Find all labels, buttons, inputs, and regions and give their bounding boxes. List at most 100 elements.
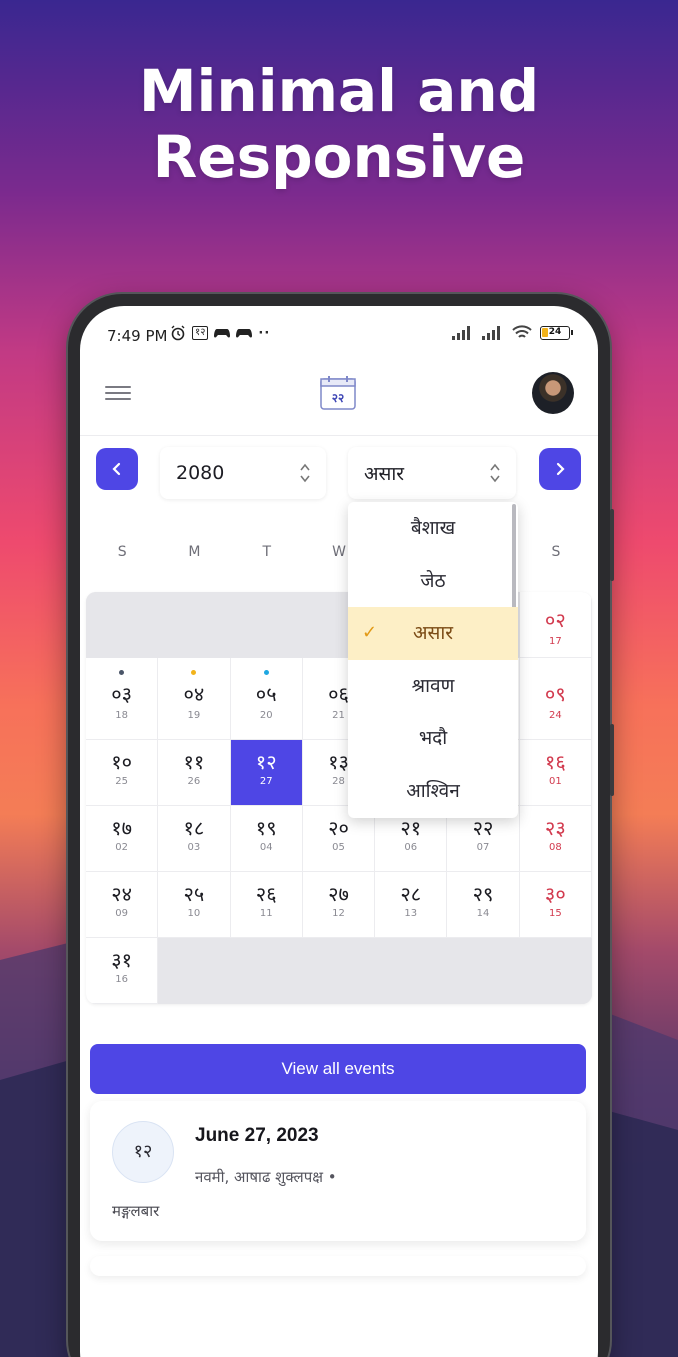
day-cell[interactable]: २७ 12 [302,872,376,938]
calendar-week-row: ३१ 16 [86,938,592,1004]
day-english: 26 [187,776,201,787]
day-nepali: १७ [111,816,133,840]
year-select[interactable]: 2080 [160,447,326,499]
status-bar: 7:49 PM १२ ·· 24 [80,306,598,362]
day-cell[interactable]: २६ 11 [230,872,303,938]
status-icons-right: 24 [452,325,573,340]
month-select[interactable]: असार [348,447,516,499]
day-nepali: २७ [328,882,349,906]
wifi-icon [512,325,532,338]
day-english: 03 [187,842,201,853]
battery-level: 24 [548,326,562,337]
year-value: 2080 [176,462,225,484]
day-english: 06 [404,842,418,853]
day-cell[interactable]: १७ 02 [86,806,159,872]
updown-chevron-icon [490,463,500,483]
empty-cell [375,938,448,1004]
day-nepali: १८ [183,816,205,840]
day-nepali: २८ [400,882,422,906]
empty-cell [302,938,376,1004]
gamepad-icon [236,329,253,338]
event-day-circle: १२ [112,1121,174,1183]
day-cell[interactable]: ०३ 18 [86,658,159,740]
day-cell[interactable]: १० 25 [86,740,159,806]
empty-cell [230,938,303,1004]
day-cell[interactable]: ०४ 19 [158,658,231,740]
month-option[interactable]: श्रावण [348,660,518,713]
day-cell[interactable]: ०२ 17 [519,592,592,658]
day-english: 19 [187,710,201,721]
day-nepali: २० [328,816,349,840]
event-weekday: मङ्गलबार [112,1202,160,1220]
day-english: 16 [115,974,128,985]
day-english: 25 [115,776,128,787]
day-english: 05 [332,842,345,853]
day-nepali: २६ [255,882,277,906]
day-cell[interactable]: ०९ 24 [519,658,592,740]
month-option[interactable]: जेठ [348,555,518,608]
next-month-button[interactable] [539,448,581,490]
day-english: 18 [115,710,128,721]
empty-cell [158,938,231,1004]
status-time: 7:49 PM [107,327,168,345]
day-nepali: २२ [472,816,494,840]
day-cell[interactable]: २३ 08 [519,806,592,872]
weekday-label: T [262,544,272,560]
day-cell[interactable]: ०५ 20 [230,658,303,740]
chevron-left-icon [112,462,121,476]
day-nepali: ०२ [544,608,566,632]
day-cell[interactable]: १८ 03 [158,806,231,872]
calendar-badge-icon: १२ [192,326,209,340]
weekday-label: M [188,544,201,560]
day-nepali: ०४ [183,682,205,706]
day-english: 01 [548,776,562,787]
day-english: 10 [187,908,201,919]
day-nepali: २९ [472,882,494,906]
day-cell-today[interactable]: १२ 27 [230,740,303,806]
volume-button [610,509,614,581]
empty-cell [230,592,303,658]
day-english: 04 [259,842,273,853]
month-option[interactable]: आश्विन [348,765,518,818]
gamepad-icon [214,329,231,338]
day-nepali: १२ [255,750,277,774]
month-option-selected[interactable]: ✓ असार [348,607,518,660]
month-option-label: असार [412,622,454,645]
event-card-next[interactable] [90,1256,586,1276]
day-nepali: २३ [544,816,566,840]
day-nepali: ०९ [544,682,566,706]
day-cell[interactable]: १६ 01 [519,740,592,806]
day-english: 02 [115,842,128,853]
day-english: 07 [476,842,490,853]
headline-line-1: Minimal and [138,57,540,125]
day-cell[interactable]: २४ 09 [86,872,159,938]
day-english: 11 [259,908,273,919]
day-cell[interactable]: २९ 14 [447,872,520,938]
event-card[interactable]: १२ मङ्गलबार June 27, 2023 नवमी, आषाढ शुक… [90,1101,586,1241]
day-cell[interactable]: ११ 26 [158,740,231,806]
empty-cell [519,938,592,1004]
view-all-events-button[interactable]: View all events [90,1044,586,1094]
signal-icon [482,325,500,340]
logo-text: २२ [332,391,344,405]
day-nepali: १६ [544,750,566,774]
day-cell[interactable]: २५ 10 [158,872,231,938]
day-english: 09 [115,908,128,919]
hamburger-menu-icon[interactable] [105,382,131,404]
day-nepali: २१ [400,816,422,840]
prev-month-button[interactable] [96,448,138,490]
day-cell[interactable]: २८ 13 [375,872,448,938]
status-icons-left: १२ ·· [170,325,270,341]
event-dot [119,670,125,675]
calendar-logo-icon: २२ [320,376,356,410]
month-option[interactable]: बैशाख [348,502,518,555]
power-button [610,724,614,796]
updown-chevron-icon [300,463,310,483]
avatar[interactable] [532,372,574,414]
battery-icon: 24 [540,325,573,340]
day-nepali: १० [111,750,133,774]
day-cell[interactable]: ३१ 16 [86,938,159,1004]
month-option[interactable]: भदौ [348,712,518,765]
day-cell[interactable]: १९ 04 [230,806,303,872]
day-cell[interactable]: ३० 15 [519,872,592,938]
